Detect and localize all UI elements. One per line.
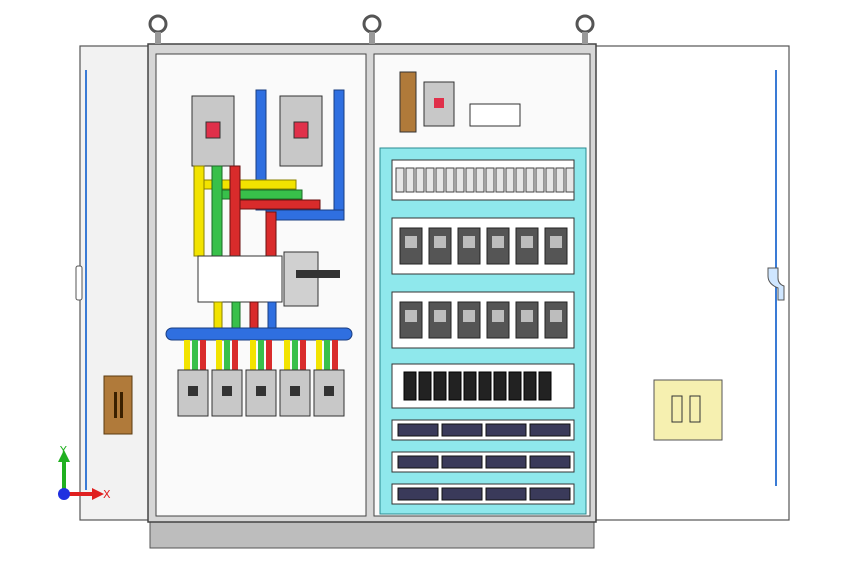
- lifting-eye-icon: [575, 14, 595, 44]
- terminal: [535, 167, 545, 193]
- outgoing-breaker: [245, 369, 277, 417]
- busbar-blue-horizontal: [265, 209, 345, 221]
- relay: [457, 301, 481, 339]
- busbar-yellow: [193, 165, 205, 257]
- terminal-block: [433, 371, 447, 401]
- relay-row: [391, 217, 575, 275]
- terminal-strip: [485, 487, 527, 501]
- terminal-block: [508, 371, 522, 401]
- small-breaker-handle: [434, 98, 444, 108]
- terminal: [545, 167, 555, 193]
- relay: [457, 227, 481, 265]
- left-door: [79, 45, 151, 521]
- terminal: [565, 167, 575, 193]
- busbar-red-horizontal: [239, 199, 321, 210]
- relay: [428, 301, 452, 339]
- terminal: [425, 167, 435, 193]
- terminal: [435, 167, 445, 193]
- lifting-eye-icon: [148, 14, 168, 44]
- busbar-red: [229, 165, 241, 257]
- relay: [486, 227, 510, 265]
- disconnector-handle: [296, 270, 340, 278]
- label-plaque-slot-1: [671, 395, 683, 423]
- relay: [515, 227, 539, 265]
- terminal-strip: [529, 423, 571, 437]
- terminal-block: [403, 371, 417, 401]
- terminal-strip: [485, 455, 527, 469]
- cabinet-cad-drawing: Y X: [58, 14, 790, 549]
- terminal-strip: [397, 487, 439, 501]
- terminal: [505, 167, 515, 193]
- busbar-red-vertical: [265, 211, 277, 257]
- disconnector-body: [197, 255, 283, 303]
- right-door: [593, 45, 790, 521]
- terminal: [515, 167, 525, 193]
- terminal-strip: [397, 423, 439, 437]
- terminal-strip: [441, 423, 483, 437]
- terminal-block-row: [391, 363, 575, 409]
- outgoing-breakers: [177, 369, 345, 417]
- left-door-hinge: [75, 265, 83, 301]
- axis-y-label: Y: [59, 444, 67, 457]
- terminal-strip-row: [391, 419, 575, 441]
- outgoing-breaker: [211, 369, 243, 417]
- terminal-block: [523, 371, 537, 401]
- relay: [544, 227, 568, 265]
- terminal-block: [538, 371, 552, 401]
- terminal-strip-vertical: [399, 71, 417, 133]
- terminal-row-top: [391, 159, 575, 201]
- relay-row: [391, 291, 575, 349]
- wood-panel-slot-1: [114, 392, 117, 418]
- terminal-strip: [529, 455, 571, 469]
- outgoing-breaker: [313, 369, 345, 417]
- terminal-strip: [529, 487, 571, 501]
- terminal-strip: [441, 487, 483, 501]
- relay: [486, 301, 510, 339]
- outgoing-breaker: [279, 369, 311, 417]
- busbar-blue-distribution: [165, 327, 353, 341]
- disconnector-handle-unit: [283, 251, 319, 307]
- terminal-strip: [441, 455, 483, 469]
- terminal: [555, 167, 565, 193]
- terminal-block: [463, 371, 477, 401]
- label-plaque: [653, 379, 723, 441]
- axis-x-label: X: [103, 488, 111, 501]
- terminal: [475, 167, 485, 193]
- relay: [399, 227, 423, 265]
- busbar-blue-vertical: [333, 89, 345, 221]
- wood-panel: [103, 375, 133, 435]
- terminal: [405, 167, 415, 193]
- terminal: [485, 167, 495, 193]
- relay: [399, 301, 423, 339]
- terminal: [465, 167, 475, 193]
- terminal-strip: [485, 423, 527, 437]
- terminal: [415, 167, 425, 193]
- terminal: [495, 167, 505, 193]
- terminal-strip-row: [391, 451, 575, 473]
- relay: [544, 301, 568, 339]
- terminal: [525, 167, 535, 193]
- fuse-block: [469, 103, 521, 127]
- terminal: [455, 167, 465, 193]
- label-plaque-slot-2: [689, 395, 701, 423]
- terminal-block: [418, 371, 432, 401]
- wood-panel-slot-2: [120, 392, 123, 418]
- terminal: [395, 167, 405, 193]
- main-breaker: [279, 95, 323, 167]
- terminal-block: [493, 371, 507, 401]
- main-breaker: [191, 95, 235, 167]
- relay: [515, 301, 539, 339]
- outgoing-breaker: [177, 369, 209, 417]
- terminal-strip-row: [391, 483, 575, 505]
- relay: [428, 227, 452, 265]
- terminal-block: [448, 371, 462, 401]
- terminal-block: [478, 371, 492, 401]
- lifting-eye-icon: [362, 14, 382, 44]
- busbar-green: [211, 165, 223, 257]
- terminal-strip: [397, 455, 439, 469]
- terminal: [445, 167, 455, 193]
